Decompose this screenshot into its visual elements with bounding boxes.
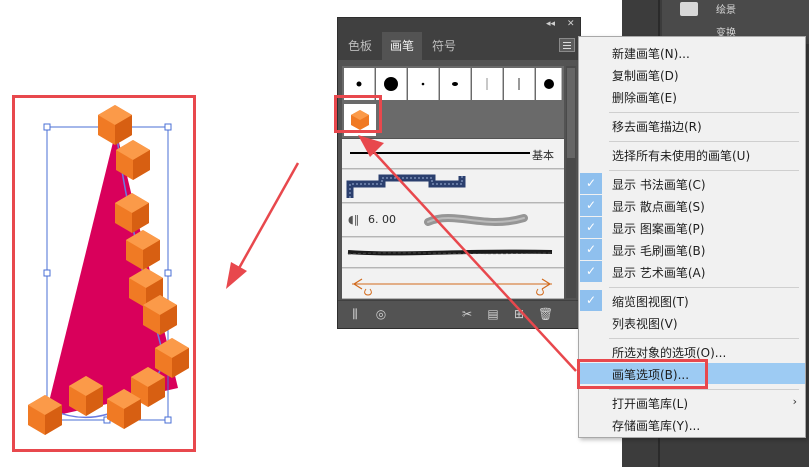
arrow-to-artwork	[226, 162, 300, 289]
brush-row-art[interactable]	[342, 269, 564, 299]
menu-duplicate-brush[interactable]: 复制画笔(D)	[580, 64, 805, 85]
brush-row-pattern[interactable]	[342, 170, 564, 203]
brush-library-icon[interactable]: ⫼	[348, 307, 362, 321]
thumbnail-highlight-frame	[334, 95, 382, 133]
chevron-right-icon: ›	[792, 395, 797, 408]
tab-symbols[interactable]: 符号	[424, 32, 464, 60]
menu-delete-brush[interactable]: 删除画笔(E)	[580, 86, 805, 107]
appearance-icon[interactable]	[680, 2, 698, 16]
bristle-brush-icon: ◖‖	[348, 213, 360, 226]
artwork-canvas	[28, 105, 189, 435]
remove-stroke-icon[interactable]: ✂	[460, 307, 474, 321]
brush-row-charcoal[interactable]	[342, 238, 564, 268]
bristle-size-value: 6. 00	[368, 213, 396, 226]
collapse-icon[interactable]: ◂◂	[546, 19, 555, 30]
brush-row-bristle[interactable]: ◖‖ 6. 00	[342, 204, 564, 237]
brush-thumb-6[interactable]	[504, 68, 535, 100]
menu-thumbnail-view[interactable]: ✓ 缩览图视图(T)	[580, 290, 805, 311]
delete-icon[interactable]: 🗑	[538, 307, 553, 321]
menu-show-bristle[interactable]: ✓ 显示 毛刷画笔(B)	[580, 239, 805, 260]
brush-thumb-7[interactable]	[536, 68, 562, 100]
brush-panel: ◂◂ ✕ 色板 画笔 符号 基本 ◖‖ 6. 00 ⫼ ◎ ✂ ▤ ⊞ 🗑	[337, 17, 581, 329]
check-icon: ✓	[580, 173, 602, 194]
tab-swatches[interactable]: 色板	[340, 32, 380, 60]
menu-new-brush[interactable]: 新建画笔(N)...	[580, 42, 805, 63]
panel-tabs: 色板 画笔 符号	[338, 32, 580, 60]
check-icon: ✓	[580, 261, 602, 282]
menu-save-brush-library[interactable]: 存储画笔库(Y)...	[580, 414, 805, 435]
menu-select-unused[interactable]: 选择所有未使用的画笔(U)	[580, 144, 805, 165]
check-icon: ✓	[580, 217, 602, 238]
new-brush-icon[interactable]: ⊞	[512, 307, 526, 321]
basic-label: 基本	[532, 149, 554, 162]
tab-brushes[interactable]: 画笔	[382, 32, 422, 60]
menu-remove-brush-stroke[interactable]: 移去画笔描边(R)	[580, 115, 805, 136]
panel-menu-button[interactable]	[559, 38, 575, 52]
options-icon[interactable]: ▤	[486, 307, 500, 321]
menu-option-highlight-frame	[577, 359, 708, 389]
menu-show-calligraphic[interactable]: ✓ 显示 书法画笔(C)	[580, 173, 805, 194]
check-icon: ✓	[580, 290, 602, 311]
brush-thumb-3[interactable]	[408, 68, 439, 100]
brush-thumb-5[interactable]	[472, 68, 503, 100]
library-panel-icon[interactable]: ◎	[374, 307, 388, 321]
panel-titlebar[interactable]: ◂◂ ✕	[338, 18, 580, 32]
brush-list: 基本 ◖‖ 6. 00	[342, 139, 564, 299]
panel-footer: ⫼ ◎ ✂ ▤ ⊞ 🗑	[338, 300, 580, 328]
menu-open-brush-library[interactable]: 打开画笔库(L) ›	[580, 392, 805, 413]
check-icon: ✓	[580, 195, 602, 216]
menu-show-art[interactable]: ✓ 显示 艺术画笔(A)	[580, 261, 805, 282]
menu-show-pattern[interactable]: ✓ 显示 图案画笔(P)	[580, 217, 805, 238]
brush-thumb-4[interactable]	[440, 68, 471, 100]
menu-show-scatter[interactable]: ✓ 显示 散点画笔(S)	[580, 195, 805, 216]
close-icon[interactable]: ✕	[567, 19, 575, 30]
menu-list-view[interactable]: 列表视图(V)	[580, 312, 805, 333]
brush-row-basic[interactable]: 基本	[342, 139, 564, 169]
check-icon: ✓	[580, 239, 602, 260]
appearance-label[interactable]: 绘景	[716, 1, 736, 16]
panel-scrollbar[interactable]	[566, 66, 576, 298]
